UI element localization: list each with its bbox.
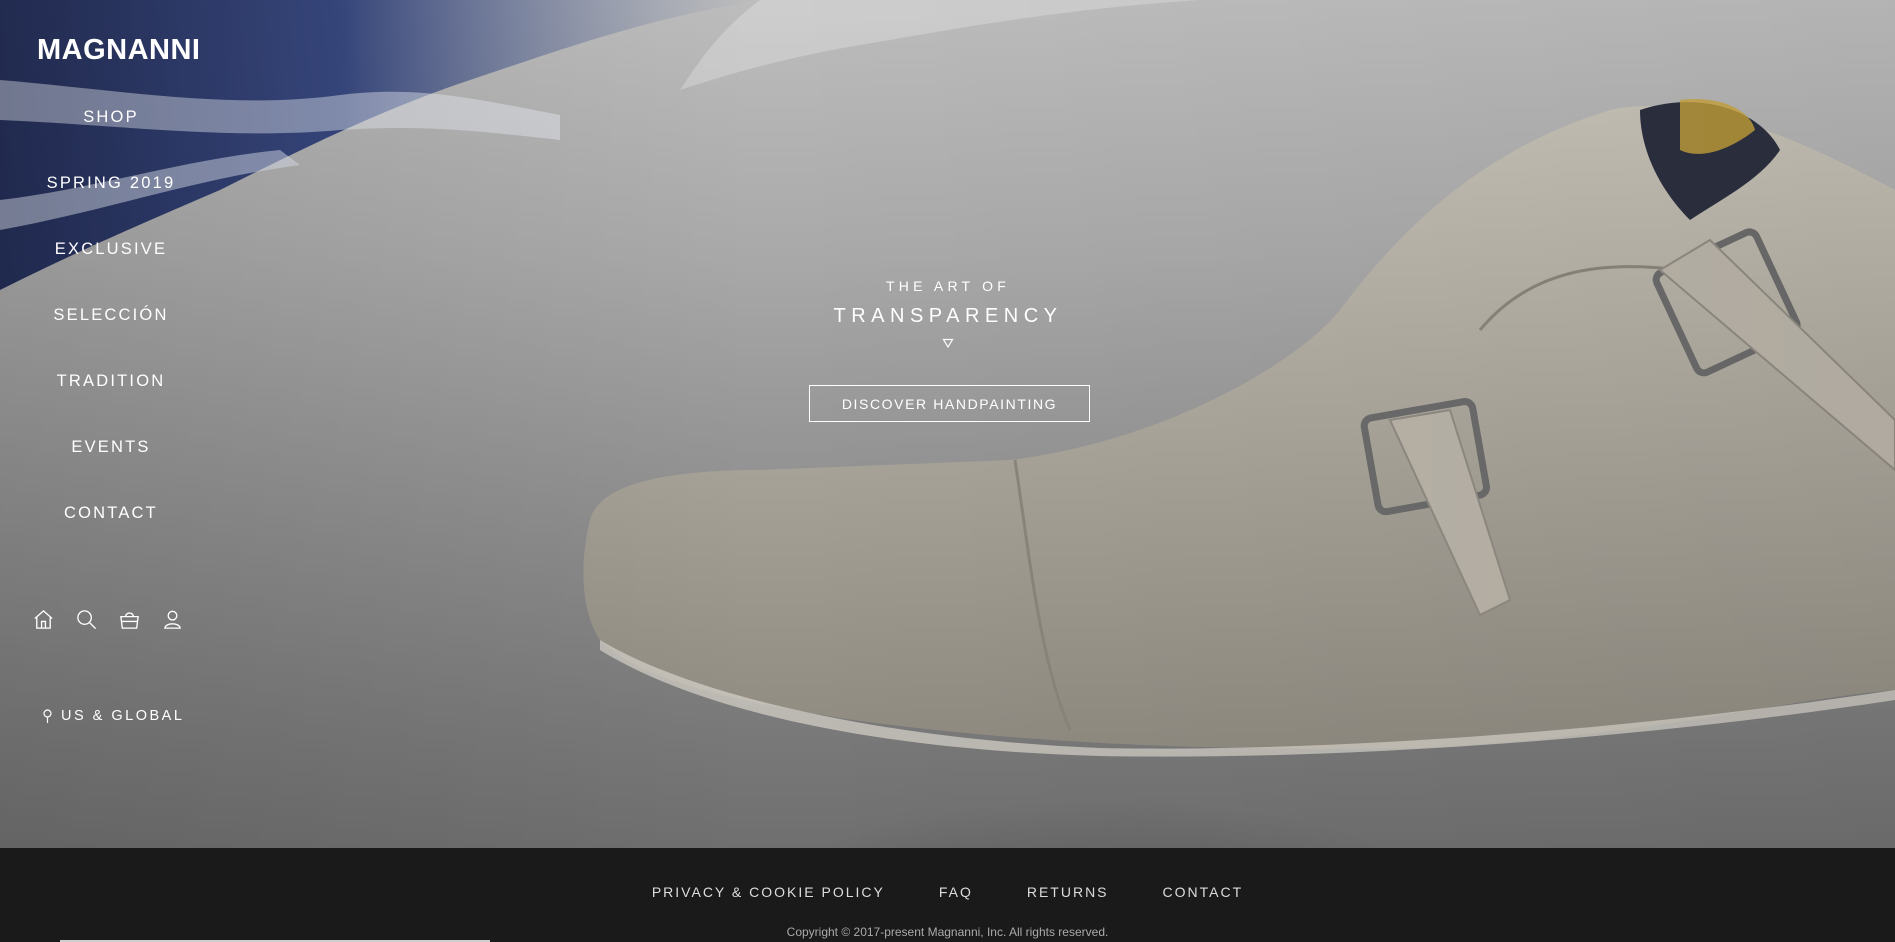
nav-item-events[interactable]: EVENTS xyxy=(0,425,222,491)
nav-item-label: EXCLUSIVE xyxy=(54,240,168,258)
main-navigation: SHOP SPRING 2019 EXCLUSIVE SELECCIÓN TRA… xyxy=(0,95,222,557)
nav-item-label: SPRING 2019 xyxy=(46,174,176,192)
footer-link-contact[interactable]: CONTACT xyxy=(1163,884,1244,900)
region-label: US & GLOBAL xyxy=(61,708,185,724)
nav-item-shop[interactable]: SHOP xyxy=(0,95,222,161)
nav-item-tradition[interactable]: TRADITION xyxy=(0,359,222,425)
utility-icons xyxy=(32,608,184,631)
brand-logo[interactable]: MAGNANNI xyxy=(37,34,201,67)
nav-item-label: CONTACT xyxy=(64,504,158,522)
footer-links: PRIVACY & COOKIE POLICY FAQ RETURNS CONT… xyxy=(0,848,1895,900)
hero-overlay xyxy=(0,0,1895,848)
nav-item-exclusive[interactable]: EXCLUSIVE xyxy=(0,227,222,293)
footer-link-privacy[interactable]: PRIVACY & COOKIE POLICY xyxy=(652,884,885,900)
nav-item-seleccion[interactable]: SELECCIÓN xyxy=(0,293,222,359)
nav-item-label: SELECCIÓN xyxy=(53,306,169,324)
nav-item-label: SHOP xyxy=(83,108,139,126)
home-icon[interactable] xyxy=(32,608,55,631)
search-icon[interactable] xyxy=(75,608,98,631)
region-selector[interactable]: US & GLOBAL xyxy=(42,708,184,724)
nav-item-contact[interactable]: CONTACT xyxy=(0,491,222,557)
hero-kicker: THE ART OF xyxy=(886,278,1010,294)
hero-copy: THE ART OF TRANSPARENCY xyxy=(788,275,1108,351)
copyright-text: Copyright © 2017-present Magnanni, Inc. … xyxy=(786,925,1109,939)
nav-item-spring-2019[interactable]: SPRING 2019 xyxy=(0,161,222,227)
location-pin-icon xyxy=(43,708,52,723)
down-arrow-icon xyxy=(788,337,1108,351)
account-icon[interactable] xyxy=(161,608,184,631)
discover-handpainting-button[interactable]: DISCOVER HANDPAINTING xyxy=(809,385,1090,422)
site-footer: PRIVACY & COOKIE POLICY FAQ RETURNS CONT… xyxy=(0,848,1895,942)
nav-item-label: EVENTS xyxy=(71,438,151,456)
bag-icon[interactable] xyxy=(118,608,141,631)
footer-link-returns[interactable]: RETURNS xyxy=(1027,884,1109,900)
footer-link-faq[interactable]: FAQ xyxy=(939,884,973,900)
hero-headline: TRANSPARENCY xyxy=(833,305,1063,327)
hero-banner xyxy=(0,0,1895,848)
nav-item-label: TRADITION xyxy=(56,372,166,390)
